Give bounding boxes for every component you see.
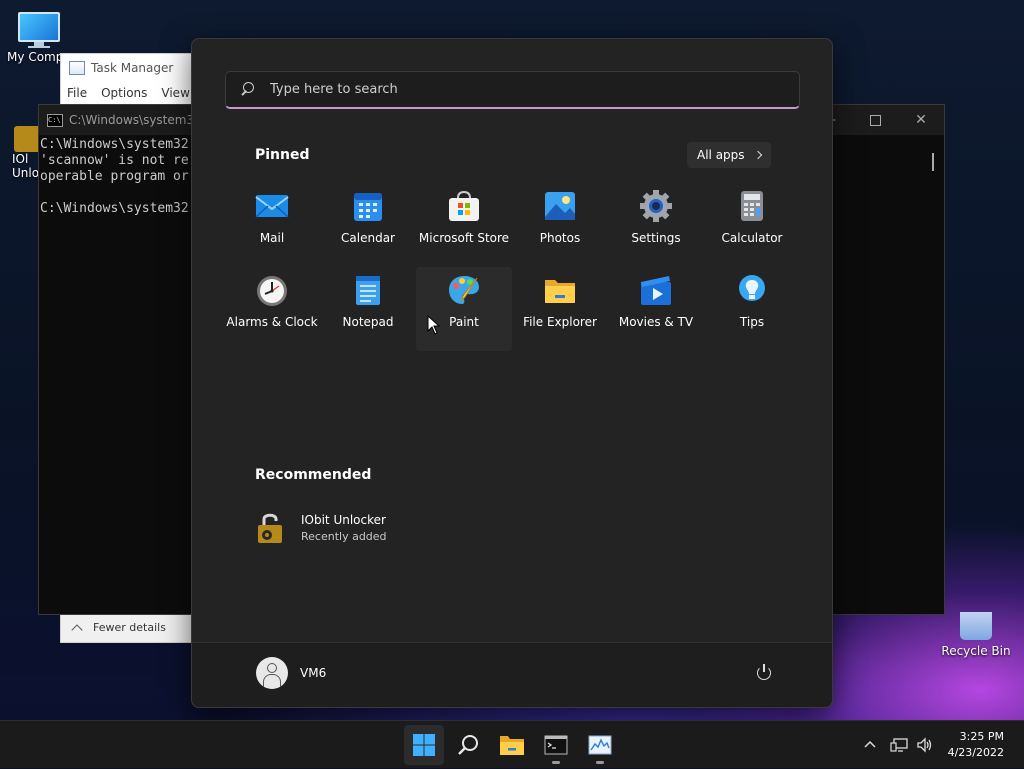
recycle-bin-icon bbox=[960, 612, 992, 640]
recommended-item-subtitle: Recently added bbox=[301, 530, 387, 543]
photos-icon bbox=[543, 189, 577, 223]
pinned-apps-grid: Mail Calendar Microsoft Store Photos Set… bbox=[224, 183, 800, 351]
paint-icon bbox=[447, 273, 481, 307]
pinned-app-alarms-clock[interactable]: Alarms & Clock bbox=[224, 267, 320, 351]
user-account-button[interactable]: VM6 bbox=[256, 657, 326, 689]
clock-date: 4/23/2022 bbox=[947, 746, 1004, 759]
user-avatar-icon bbox=[256, 657, 288, 689]
taskbar-clock[interactable]: 3:25 PM 4/23/2022 bbox=[948, 729, 1004, 761]
app-label: Paint bbox=[449, 315, 479, 329]
scrollbar-thumb[interactable] bbox=[932, 153, 934, 171]
running-indicator bbox=[596, 761, 604, 764]
start-menu: Pinned All apps Mail Calendar Microsoft … bbox=[191, 38, 833, 708]
recommended-item-iobit-unlocker[interactable]: IObit Unlocker Recently added bbox=[255, 511, 387, 545]
window-title: C:\Windows\system32\ bbox=[69, 113, 206, 127]
mouse-cursor-icon bbox=[427, 315, 441, 335]
pinned-app-tips[interactable]: Tips bbox=[704, 267, 800, 351]
windows-logo-icon bbox=[413, 734, 435, 756]
taskbar-start-button[interactable] bbox=[404, 725, 444, 765]
menu-view[interactable]: View bbox=[161, 86, 189, 100]
fewer-details-button[interactable]: Fewer details bbox=[61, 612, 199, 642]
calculator-icon bbox=[735, 189, 769, 223]
pinned-app-file-explorer[interactable]: File Explorer bbox=[512, 267, 608, 351]
fewer-details-label: Fewer details bbox=[93, 621, 166, 634]
desktop-icon-label: Recycle Bin bbox=[941, 644, 1011, 658]
pinned-heading: Pinned bbox=[255, 147, 310, 163]
task-manager-icon bbox=[588, 735, 612, 755]
user-name: VM6 bbox=[300, 666, 327, 680]
app-label: Microsoft Store bbox=[418, 231, 510, 245]
all-apps-label: All apps bbox=[697, 148, 745, 162]
network-icon[interactable] bbox=[889, 737, 908, 753]
computer-icon bbox=[18, 12, 60, 48]
maximize-icon bbox=[869, 114, 881, 126]
running-indicator bbox=[552, 761, 560, 764]
recommended-heading: Recommended bbox=[255, 467, 372, 483]
app-label: Calculator bbox=[721, 231, 783, 245]
app-label: Photos bbox=[539, 231, 581, 245]
taskbar-command-prompt[interactable] bbox=[536, 725, 576, 765]
taskbar-task-manager[interactable] bbox=[580, 725, 620, 765]
chevron-up-icon bbox=[71, 623, 83, 636]
start-search-box[interactable] bbox=[225, 71, 800, 109]
unlock-icon bbox=[14, 126, 40, 152]
mail-icon bbox=[255, 189, 289, 223]
taskbar-file-explorer[interactable] bbox=[492, 725, 532, 765]
search-icon bbox=[458, 735, 478, 755]
app-label: File Explorer bbox=[523, 315, 597, 329]
store-icon bbox=[447, 189, 481, 223]
pinned-app-calendar[interactable]: Calendar bbox=[320, 183, 416, 267]
close-button[interactable]: ✕ bbox=[898, 105, 944, 135]
app-label: Notepad bbox=[342, 315, 394, 329]
app-label: Calendar bbox=[341, 231, 395, 245]
search-input[interactable] bbox=[268, 81, 752, 98]
clock-time: 3:25 PM bbox=[959, 730, 1004, 743]
calendar-icon bbox=[351, 189, 385, 223]
app-label: Mail bbox=[259, 231, 285, 245]
folder-icon bbox=[500, 736, 524, 755]
pinned-app-mail[interactable]: Mail bbox=[224, 183, 320, 267]
volume-icon[interactable] bbox=[916, 737, 934, 753]
pinned-app-calculator[interactable]: Calculator bbox=[704, 183, 800, 267]
lightbulb-icon bbox=[735, 273, 769, 307]
chevron-right-icon bbox=[753, 150, 762, 160]
task-manager-menubar: File Options View bbox=[61, 86, 199, 100]
pinned-app-notepad[interactable]: Notepad bbox=[320, 267, 416, 351]
gear-icon bbox=[639, 189, 673, 223]
system-tray: 3:25 PM 4/23/2022 bbox=[862, 721, 1024, 769]
power-button[interactable] bbox=[756, 664, 772, 681]
app-label: Settings bbox=[631, 231, 681, 245]
movies-icon bbox=[639, 273, 673, 307]
desktop-icon-recycle-bin[interactable]: Recycle Bin bbox=[938, 612, 1014, 658]
pinned-app-settings[interactable]: Settings bbox=[608, 183, 704, 267]
app-label: Movies & TV bbox=[618, 315, 694, 329]
clock-icon bbox=[255, 273, 289, 307]
taskbar-search-button[interactable] bbox=[448, 725, 488, 765]
recommended-item-name: IObit Unlocker bbox=[301, 513, 386, 527]
pinned-app-microsoft-store[interactable]: Microsoft Store bbox=[416, 183, 512, 267]
task-manager-icon bbox=[69, 61, 85, 75]
maximize-button[interactable] bbox=[852, 105, 898, 135]
pinned-app-photos[interactable]: Photos bbox=[512, 183, 608, 267]
folder-icon bbox=[543, 273, 577, 307]
app-label: Alarms & Clock bbox=[226, 315, 318, 329]
cmd-icon bbox=[544, 735, 568, 755]
task-manager-titlebar[interactable]: Task Manager bbox=[61, 54, 199, 82]
cmd-icon: C:\ bbox=[47, 113, 63, 127]
unlock-icon bbox=[255, 511, 285, 545]
pinned-app-paint[interactable]: Paint bbox=[416, 267, 512, 351]
all-apps-button[interactable]: All apps bbox=[687, 142, 771, 168]
taskbar: 3:25 PM 4/23/2022 bbox=[0, 720, 1024, 768]
pinned-app-movies-tv[interactable]: Movies & TV bbox=[608, 267, 704, 351]
notepad-icon bbox=[351, 273, 385, 307]
start-menu-footer: VM6 bbox=[192, 642, 832, 707]
menu-options[interactable]: Options bbox=[101, 86, 147, 100]
search-icon bbox=[240, 81, 256, 98]
app-label: Tips bbox=[739, 315, 765, 329]
chevron-up-icon[interactable] bbox=[862, 737, 878, 753]
menu-file[interactable]: File bbox=[67, 86, 87, 100]
window-title: Task Manager bbox=[91, 61, 174, 75]
